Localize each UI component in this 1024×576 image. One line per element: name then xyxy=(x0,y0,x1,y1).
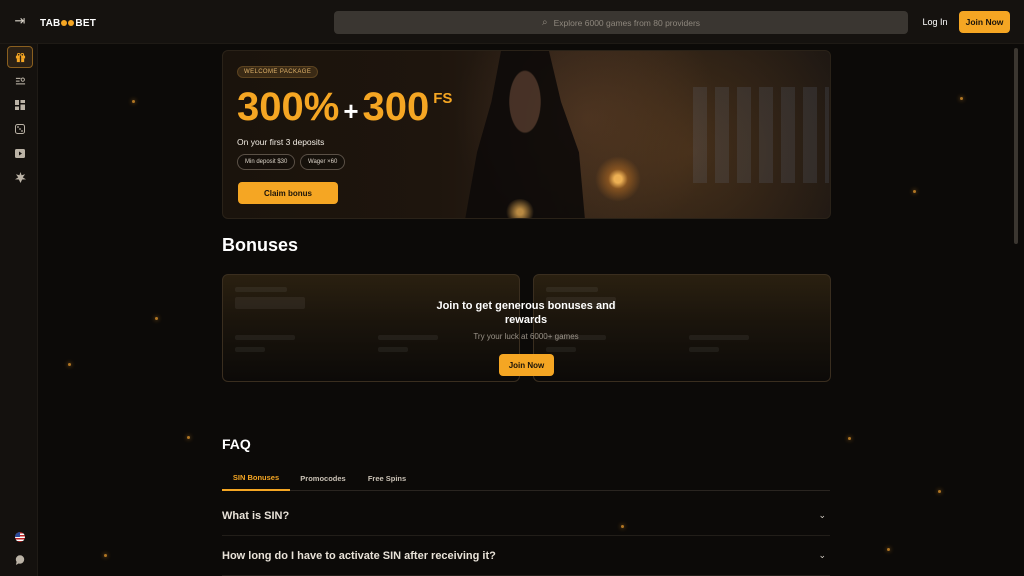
claim-bonus-button[interactable]: Claim bonus xyxy=(238,182,338,204)
sparkle xyxy=(887,548,890,551)
chat-icon[interactable] xyxy=(7,549,33,571)
logo-dots xyxy=(61,20,75,26)
sparkle xyxy=(938,490,941,493)
bonus-card-placeholder xyxy=(222,274,520,382)
scrollbar[interactable] xyxy=(1014,48,1018,244)
banner-glow xyxy=(505,199,535,218)
search-input[interactable]: ⌕ Explore 6000 games from 80 providers xyxy=(334,11,908,34)
chevron-down-icon: ⌄ xyxy=(818,550,826,561)
banner-model-image xyxy=(465,51,585,218)
tab-promocodes[interactable]: Promocodes xyxy=(294,466,352,491)
join-prompt-subtitle: Try your luck at 6000+ games xyxy=(473,332,579,341)
faq-item[interactable]: What is SIN? ⌄ xyxy=(222,496,830,536)
star-burst-icon[interactable] xyxy=(7,166,33,188)
sidebar-collapse-icon[interactable]: ⇥ xyxy=(12,14,28,30)
bonuses-title: Bonuses xyxy=(222,235,299,255)
free-spins-count: 300 xyxy=(362,85,430,129)
bonus-card-placeholder xyxy=(533,274,831,382)
logo-text-2: BET xyxy=(75,17,97,29)
list-search-icon[interactable] xyxy=(7,70,33,92)
min-deposit-chip: Min deposit $30 xyxy=(237,154,296,170)
sparkle xyxy=(848,437,851,440)
join-now-button[interactable]: Join Now xyxy=(959,11,1010,33)
sparkle xyxy=(913,190,916,193)
sparkle xyxy=(155,317,158,320)
bonus-percent: 300% xyxy=(237,85,340,129)
join-prompt-title: Join to get generous bonuses and rewards xyxy=(436,300,616,326)
sparkle xyxy=(104,554,107,557)
welcome-banner: WELCOME PACKAGE 300% + 300 FS On your fi… xyxy=(222,50,831,219)
sparkle xyxy=(68,363,71,366)
join-now-button[interactable]: Join Now xyxy=(499,354,554,376)
login-button[interactable]: Log In xyxy=(914,12,956,32)
top-bar: ⇥ TAB BET ⌕ Explore 6000 games from 80 p… xyxy=(0,0,1024,44)
bonus-headline: 300% + 300 FS xyxy=(237,84,452,130)
banner-background-slots xyxy=(693,87,829,183)
sparkle xyxy=(960,97,963,100)
logo[interactable]: TAB BET xyxy=(40,16,96,30)
bonus-plus: + xyxy=(343,96,359,126)
faq-question: What is SIN? xyxy=(222,509,290,522)
sparkle xyxy=(187,436,190,439)
faq-title: FAQ xyxy=(222,436,251,452)
sidebar xyxy=(0,44,38,576)
wager-chip: Wager ×60 xyxy=(300,154,346,170)
dice-icon[interactable] xyxy=(7,118,33,140)
grid-icon[interactable] xyxy=(7,94,33,116)
play-icon[interactable] xyxy=(7,142,33,164)
logo-text-1: TAB xyxy=(40,17,61,29)
faq-question: How long do I have to activate SIN after… xyxy=(222,549,496,562)
search-icon: ⌕ xyxy=(541,17,548,28)
tab-sin-bonuses[interactable]: SIN Bonuses xyxy=(222,466,290,491)
faq-item[interactable]: How long do I have to activate SIN after… xyxy=(222,536,830,576)
sparkle xyxy=(132,100,135,103)
faq-tabs: SIN Bonuses Promocodes Free Spins xyxy=(222,466,830,491)
welcome-badge: WELCOME PACKAGE xyxy=(237,66,319,78)
gift-icon[interactable] xyxy=(7,46,33,68)
tab-free-spins[interactable]: Free Spins xyxy=(360,466,414,491)
banner-glow xyxy=(595,156,641,202)
chevron-down-icon: ⌄ xyxy=(818,510,826,521)
free-spins-unit: FS xyxy=(433,90,453,107)
search-placeholder: Explore 6000 games from 80 providers xyxy=(553,17,701,28)
banner-subtitle: On your first 3 deposits xyxy=(237,137,325,147)
us-flag-icon[interactable] xyxy=(7,526,33,548)
